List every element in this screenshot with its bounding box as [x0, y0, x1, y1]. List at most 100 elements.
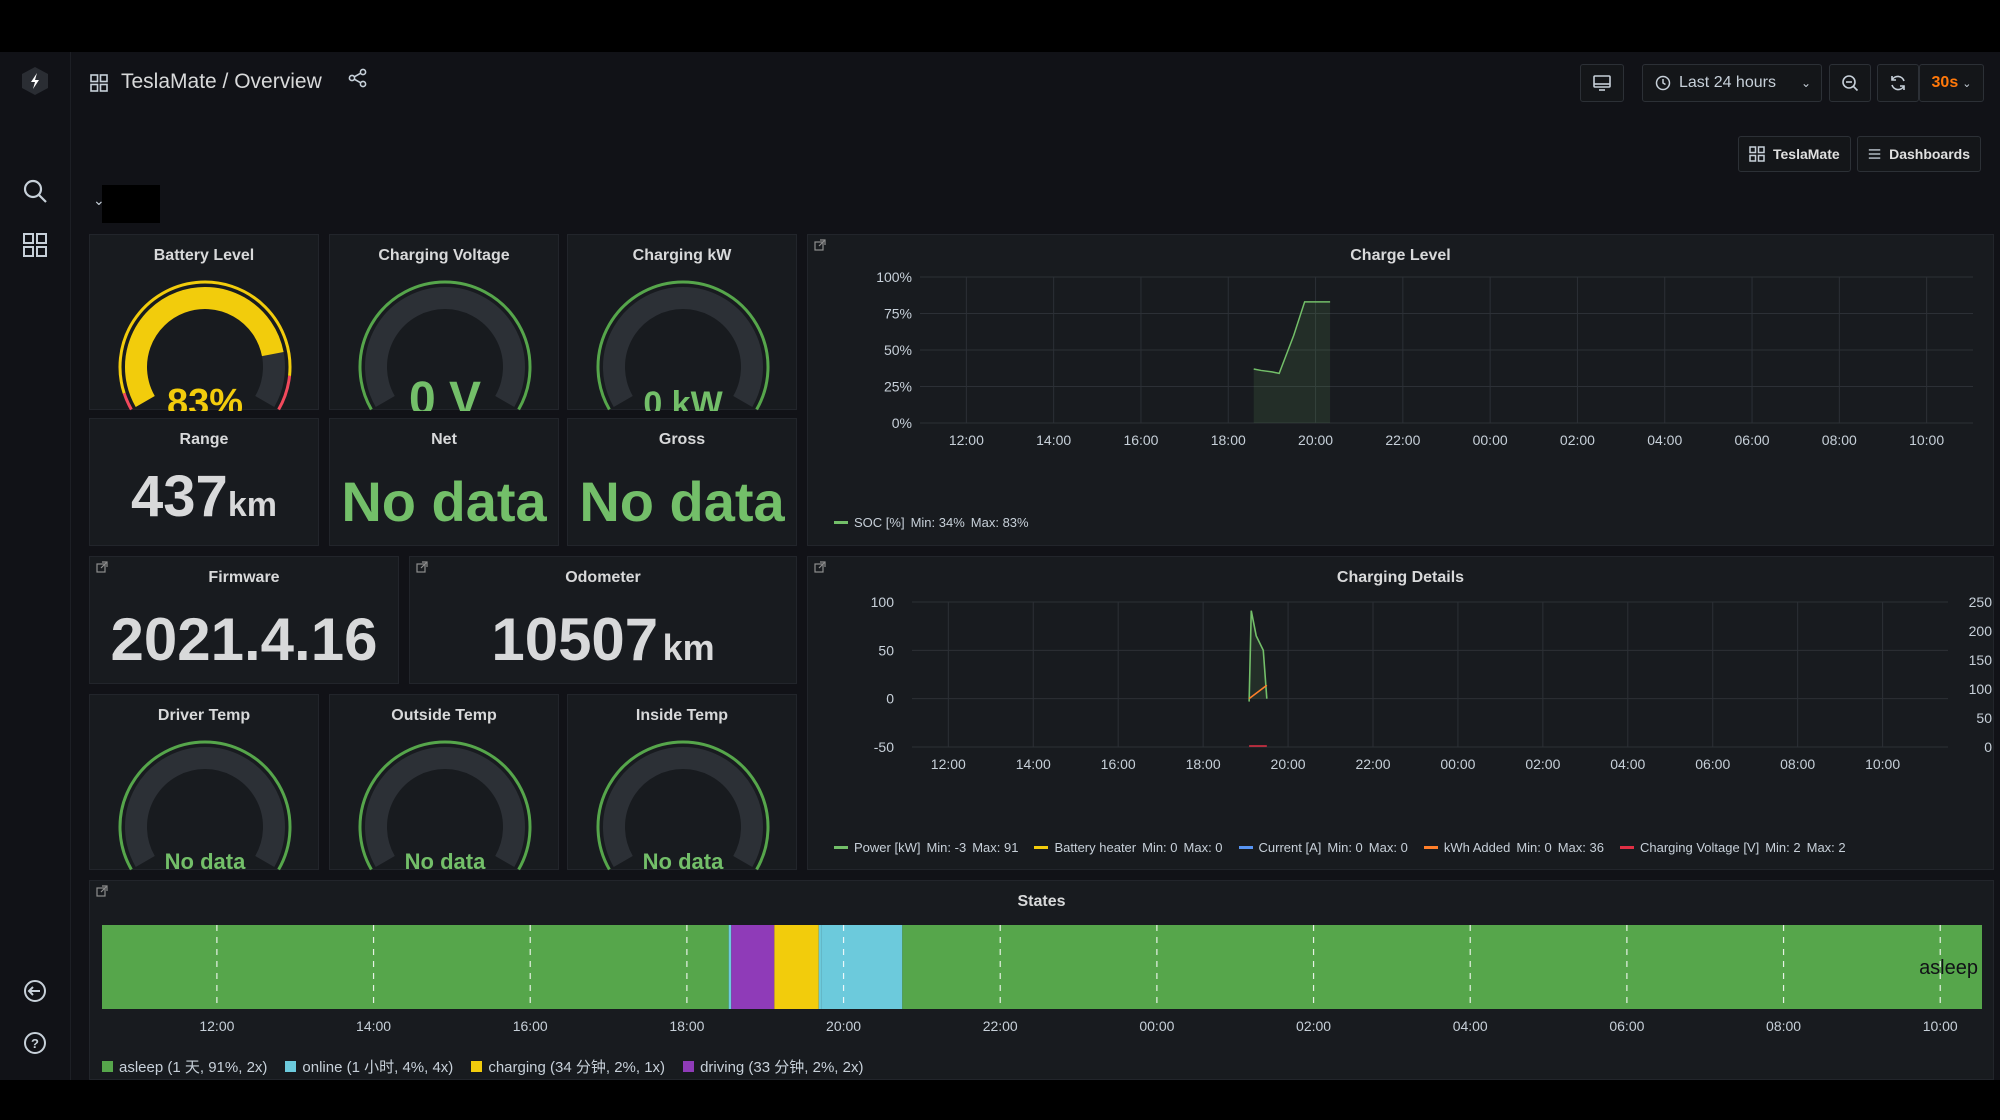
grafana-logo-icon[interactable] — [20, 66, 50, 96]
x-tick-label: 00:00 — [1139, 1018, 1174, 1034]
legend-swatch — [834, 521, 848, 524]
legend-item[interactable]: online (1 小时, 4%, 4x) — [285, 1056, 453, 1077]
zoom-out-icon — [1842, 75, 1859, 92]
refresh-button[interactable] — [1877, 64, 1919, 102]
states-legend: asleep (1 天, 91%, 2x) online (1 小时, 4%, 4… — [102, 1056, 863, 1077]
gross-value: No data — [579, 470, 785, 533]
search-icon[interactable] — [20, 176, 50, 206]
monitor-icon — [1593, 75, 1611, 91]
chevron-down-icon: ⌄ — [1800, 76, 1811, 90]
time-range-picker[interactable]: Last 24 hours ⌄ — [1642, 64, 1822, 102]
x-tick-label: 02:00 — [1296, 1018, 1331, 1034]
x-tick-label: 08:00 — [1780, 756, 1815, 772]
share-icon[interactable] — [348, 68, 368, 93]
odometer-value: 10507 km — [491, 606, 715, 673]
legend-max: Max: 83% — [970, 515, 1029, 530]
legend-item[interactable]: charging (34 分钟, 2%, 1x) — [471, 1056, 665, 1077]
legend-item[interactable]: driving (33 分钟, 2%, 2x) — [683, 1056, 863, 1077]
current-state-label: asleep — [1919, 957, 1978, 979]
charging-voltage-gauge: 0 V — [358, 280, 532, 411]
legend-min: Min: -3 — [926, 840, 967, 855]
dashboard-link-dashboards[interactable]: Dashboards — [1857, 136, 1981, 172]
legend-item[interactable]: Battery heater Min: 0 Max: 0 — [1034, 840, 1223, 855]
state-segment-charging — [774, 925, 819, 1009]
refresh-icon — [1891, 75, 1905, 91]
x-tick-label: 14:00 — [1016, 756, 1051, 772]
driver-temp-panel: Driver Temp No data — [89, 694, 319, 871]
x-tick-label: 20:00 — [1298, 432, 1333, 448]
panel-title: Range — [179, 431, 229, 448]
legend-swatch — [834, 846, 848, 849]
tv-mode-button[interactable] — [1580, 64, 1624, 102]
x-tick-label: 10:00 — [1923, 1018, 1958, 1034]
x-tick-label: 08:00 — [1822, 432, 1857, 448]
legend-swatch — [1034, 846, 1049, 849]
refresh-interval-picker[interactable]: 30s ⌄ — [1919, 64, 1984, 102]
charging-details-panel: Charging Details -50 0 50 100 0 50 100 150 200 25… — [807, 556, 1994, 870]
legend-item[interactable]: Charging Voltage [V] Min: 2 Max: 2 — [1619, 840, 1846, 855]
variable-select-redacted[interactable] — [102, 185, 160, 223]
charging-details-legend: Power [kW] Min: -3 Max: 91 Battery heater Mi… — [834, 840, 1846, 855]
x-tick-label: 20:00 — [1271, 756, 1306, 772]
outside-temp-gauge: No data — [358, 740, 532, 871]
gauge-value: 83% — [167, 382, 243, 411]
x-tick-label: 10:00 — [1909, 432, 1944, 448]
x-tick-label: 14:00 — [356, 1018, 391, 1034]
legend-max: Max: 91 — [972, 840, 1019, 855]
state-segment-online — [821, 925, 903, 1009]
link-label: TeslaMate — [1773, 146, 1840, 162]
charging-kw-gauge: 0 kW — [596, 280, 770, 411]
state-segment-asleep — [102, 925, 729, 1009]
y-tick-label: 0% — [892, 415, 912, 431]
clock-icon — [1655, 75, 1671, 91]
zoom-out-button[interactable] — [1829, 64, 1871, 102]
y2-tick-label: 250 — [1969, 594, 1993, 610]
y-tick-label: 50% — [884, 342, 912, 358]
legend-label: Battery heater — [1054, 840, 1137, 855]
panel-title: Charge Level — [1350, 247, 1451, 264]
panel-title: Odometer — [565, 569, 641, 586]
charging-kw-panel: Charging kW 0 kW — [567, 234, 797, 411]
x-tick-label: 22:00 — [1385, 432, 1420, 448]
bottom-letterbox — [0, 1080, 2000, 1120]
x-tick-label: 22:00 — [983, 1018, 1018, 1034]
x-tick-label: 06:00 — [1609, 1018, 1644, 1034]
legend-swatch — [683, 1061, 695, 1072]
sign-out-icon[interactable] — [20, 976, 50, 1006]
dashboards-icon[interactable] — [20, 230, 50, 260]
charge-level-panel: Charge Level 0% 25% 50% 75% 100% 12:00 14:00 16… — [807, 234, 1994, 546]
legend-min: Min: 0 — [1516, 840, 1552, 855]
state-segment-driving — [731, 925, 775, 1009]
dashboard-link-teslamate[interactable]: TeslaMate — [1738, 136, 1851, 172]
legend-min: Min: 34% — [910, 515, 965, 530]
legend-max: Max: 2 — [1806, 840, 1846, 855]
charge-level-legend: SOC [%] Min: 34% Max: 83% — [834, 515, 1029, 530]
panel-title: Charging kW — [632, 247, 732, 264]
help-icon[interactable]: ? — [20, 1028, 50, 1058]
y-tick-label: 25% — [884, 379, 912, 395]
time-range-label: Last 24 hours — [1679, 74, 1776, 91]
legend-item[interactable]: asleep (1 天, 91%, 2x) — [102, 1056, 267, 1077]
legend-label: charging (34 分钟, 2%, 1x) — [488, 1059, 666, 1076]
legend-swatch — [285, 1061, 297, 1072]
x-tick-label: 22:00 — [1355, 756, 1390, 772]
x-tick-label: 04:00 — [1610, 756, 1645, 772]
breadcrumb[interactable]: TeslaMate / Overview — [121, 70, 322, 94]
x-tick-label: 02:00 — [1560, 432, 1595, 448]
x-tick-label: 16:00 — [1101, 756, 1136, 772]
y-tick-label: 75% — [884, 306, 912, 322]
panel-title: Inside Temp — [635, 707, 729, 724]
legend-item[interactable]: SOC [%] Min: 34% Max: 83% — [834, 515, 1029, 530]
svg-text:?: ? — [31, 1036, 39, 1051]
driver-temp-gauge: No data — [118, 740, 292, 871]
y-tick-label: 50 — [878, 642, 894, 658]
legend-item[interactable]: Current [A] Min: 0 Max: 0 — [1238, 840, 1408, 855]
list-icon — [1868, 149, 1881, 159]
legend-item[interactable]: kWh Added Min: 0 Max: 36 — [1423, 840, 1604, 855]
charge-level-chart: 0% 25% 50% 75% 100% 12:00 14:00 16:00 18:00 20:00… — [876, 269, 1973, 448]
legend-swatch — [471, 1061, 483, 1072]
gauge-track — [365, 747, 525, 867]
y2-tick-label: 50 — [1976, 710, 1992, 726]
range-panel: Range 437km — [89, 418, 319, 546]
legend-item[interactable]: Power [kW] Min: -3 Max: 91 — [834, 840, 1018, 855]
